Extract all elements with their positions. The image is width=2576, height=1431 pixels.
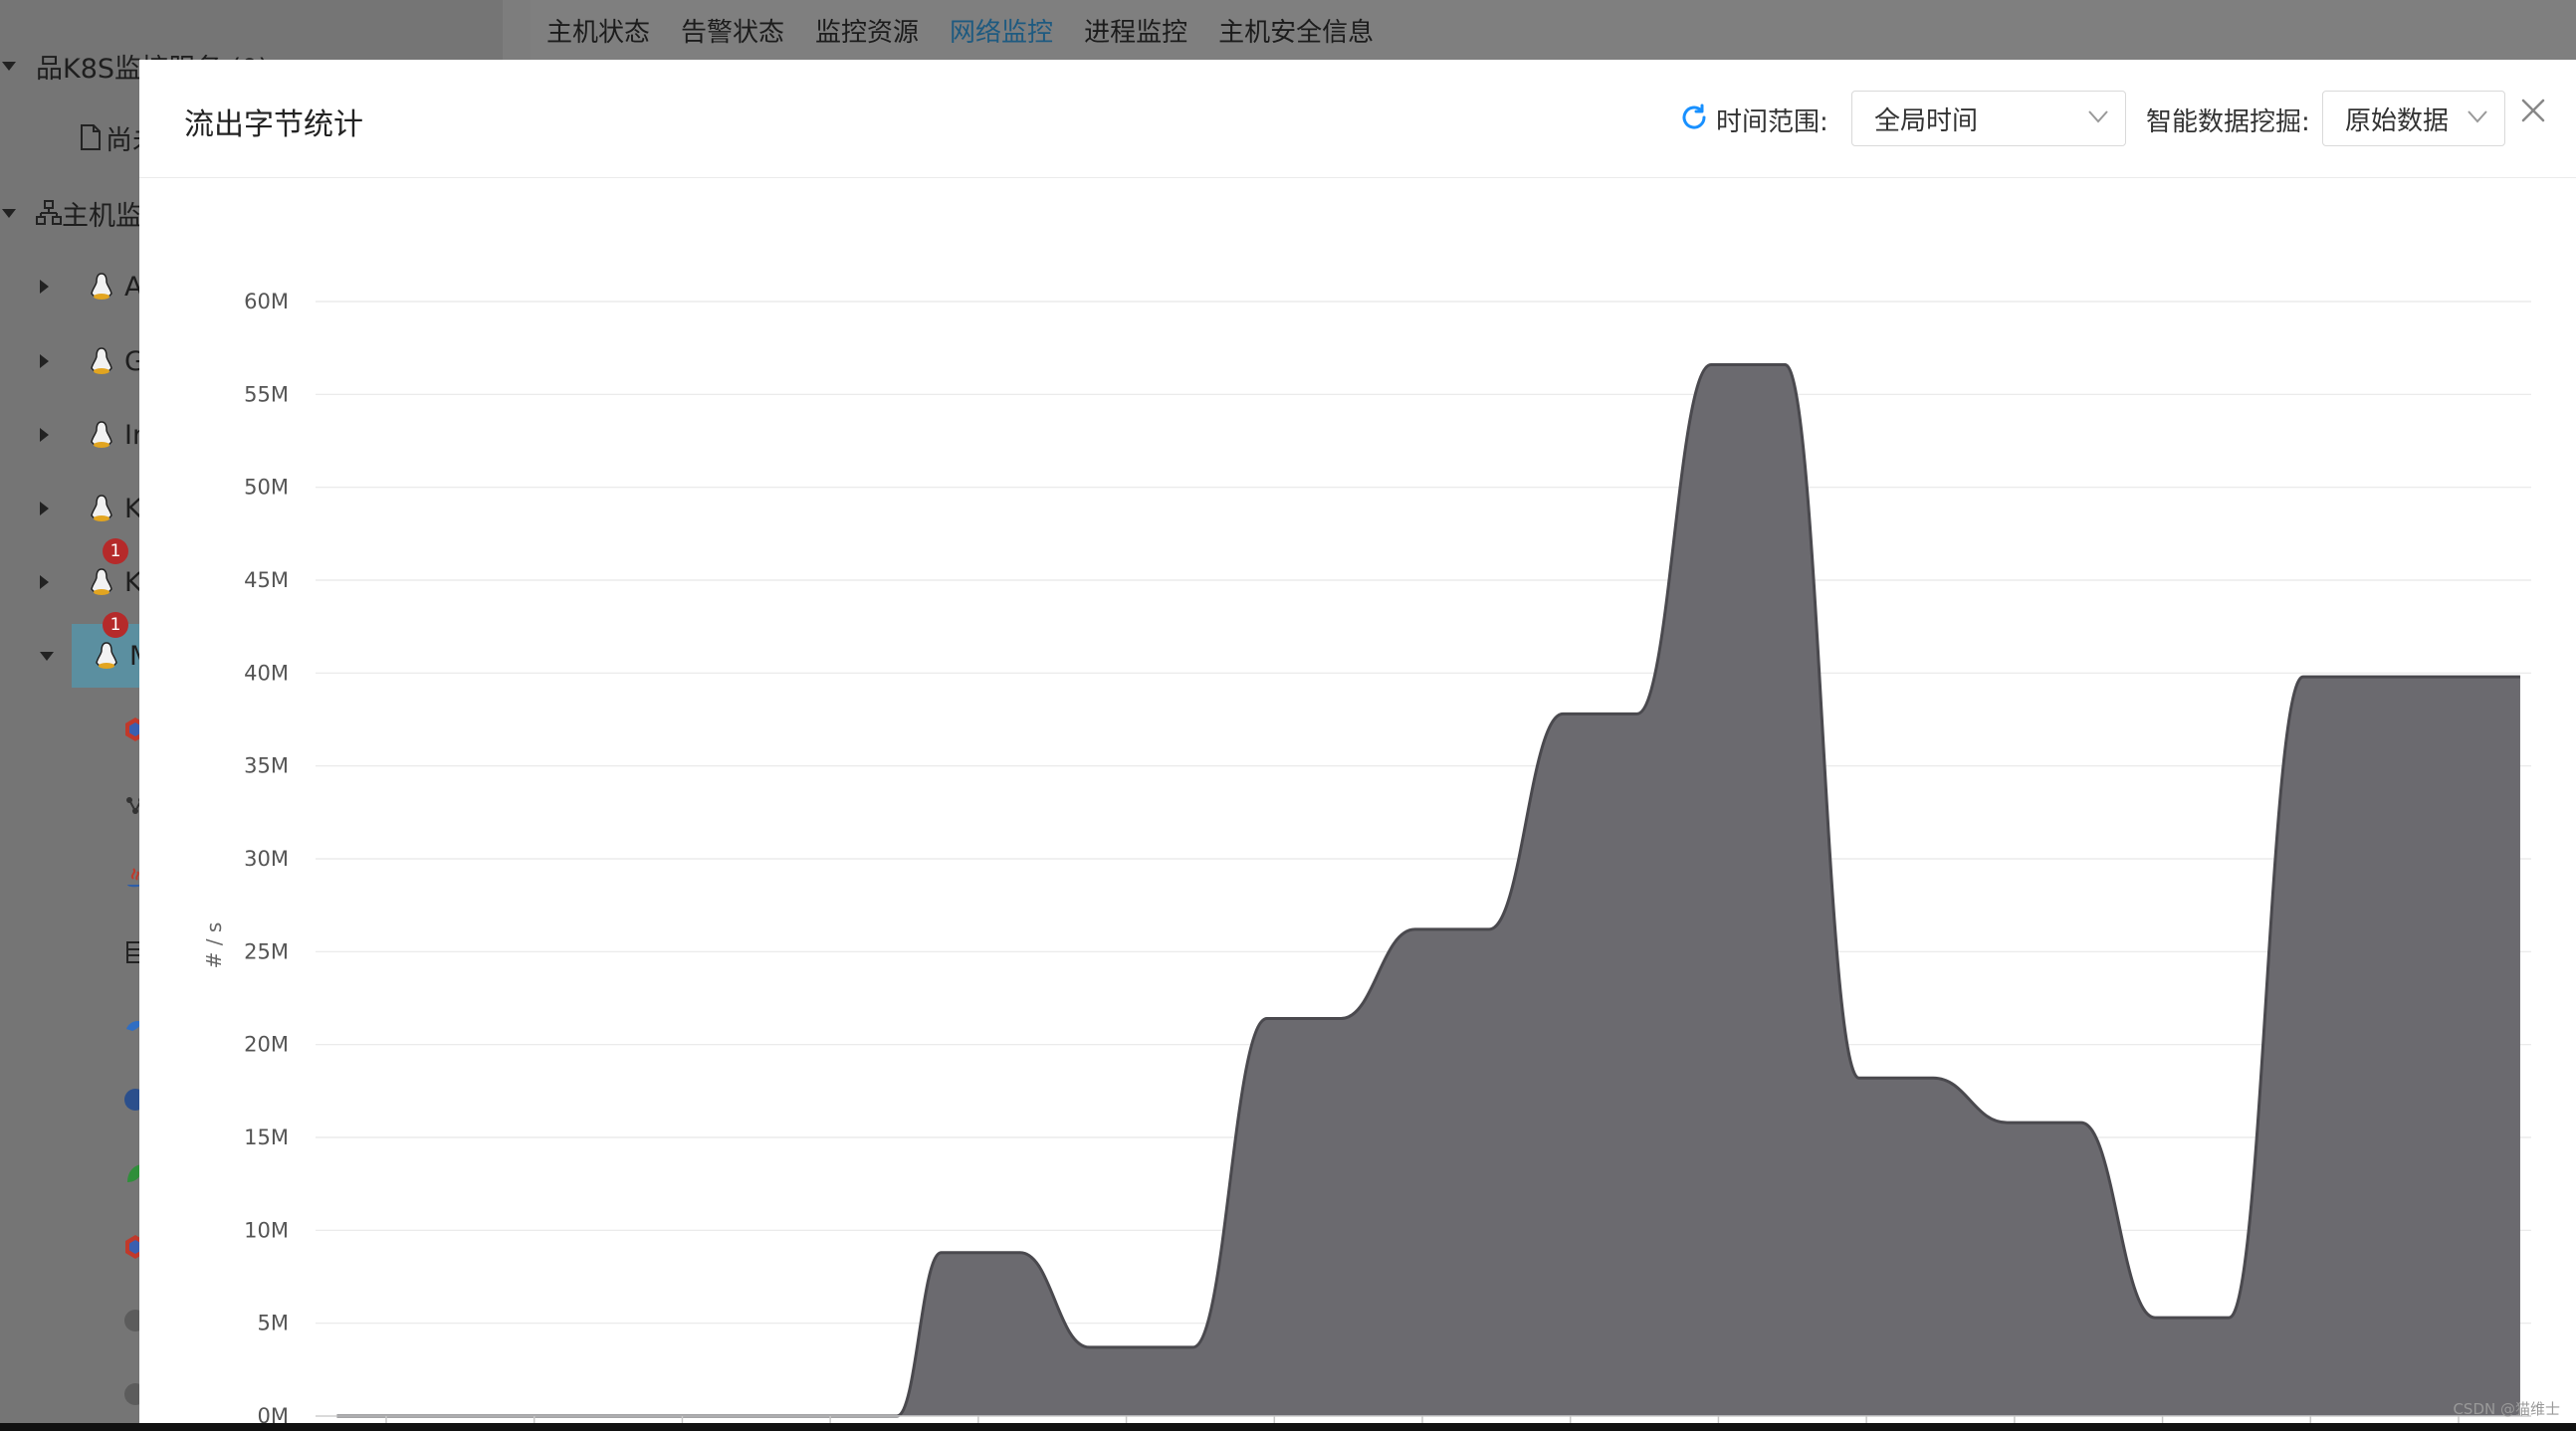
y-axis-ticks: 0M 5M 10M 15M 20M 25M 30M 35M 40M 45M 50M 55M 60M (244, 290, 289, 1423)
y-tick-label: 20M (244, 1033, 289, 1057)
tab-network-monitoring[interactable]: 网络监控 (950, 12, 1053, 49)
caret-right-icon[interactable] (40, 575, 49, 589)
chart-area: 0M5M10M15M20M25M30M35M40M45M50M55M60M 14… (139, 179, 2576, 1423)
outbound-bytes-area-chart[interactable]: 0M5M10M15M20M25M30M35M40M45M50M55M60M 14… (139, 179, 2576, 1423)
watermark: CSDN @猫维士 (2453, 1400, 2560, 1418)
linux-icon (91, 421, 112, 448)
chart-modal: 流出字节统计 时间范围: 全局时间 智能数据挖掘: 原始数据 0M 5M 10M 15… (139, 60, 2576, 1423)
data-mining-select[interactable]: 原始数据 (2322, 91, 2505, 146)
linux-icon (96, 642, 117, 669)
y-tick-label: 25M (244, 939, 289, 963)
y-tick-label: 45M (244, 568, 289, 592)
alert-count-badge: 1 (103, 538, 128, 564)
chevron-down-icon (2088, 110, 2108, 123)
host-item[interactable]: M 1 (40, 612, 152, 686)
tab-monitor-resources[interactable]: 监控资源 (815, 12, 919, 49)
series-area-fill (336, 364, 2520, 1416)
modal-header: 流出字节统计 时间范围: 全局时间 智能数据挖掘: 原始数据 (139, 60, 2576, 178)
caret-right-icon[interactable] (40, 502, 49, 515)
caret-right-icon[interactable] (40, 280, 49, 294)
y-tick-label: 35M (244, 754, 289, 778)
y-tick-label: 0M (258, 1404, 289, 1423)
modal-title: 流出字节统计 (184, 107, 363, 142)
alert-count-badge: 1 (103, 612, 128, 638)
time-range-select[interactable]: 全局时间 (1851, 91, 2126, 146)
y-tick-label: 30M (244, 847, 289, 871)
caret-down-icon[interactable] (40, 651, 54, 661)
network-icon (36, 200, 62, 225)
linux-icon (91, 495, 112, 521)
series-area (336, 362, 2520, 1418)
host-item[interactable]: K 1 (40, 538, 142, 612)
tab-process-monitoring[interactable]: 进程监控 (1084, 12, 1187, 49)
y-tick-label: 5M (258, 1312, 289, 1335)
y-tick-label: 60M (244, 290, 289, 313)
chevron-down-icon (2468, 110, 2487, 123)
bottom-bar (0, 1423, 2576, 1431)
refresh-icon[interactable] (1678, 102, 1710, 133)
caret-down-icon[interactable] (2, 208, 16, 218)
y-tick-label: 40M (244, 661, 289, 685)
tab-host-security[interactable]: 主机安全信息 (1218, 12, 1374, 49)
host-item[interactable]: A (40, 257, 142, 316)
host-item[interactable]: G (40, 331, 145, 391)
file-icon (81, 124, 101, 150)
linux-icon (91, 568, 112, 595)
y-tick-label: 10M (244, 1218, 289, 1242)
host-item[interactable]: K (40, 479, 142, 538)
caret-right-icon[interactable] (40, 354, 49, 368)
caret-down-icon[interactable] (2, 61, 16, 71)
y-axis-label: # / s (202, 922, 226, 969)
caret-right-icon[interactable] (40, 428, 49, 442)
y-tick-label: 50M (244, 476, 289, 500)
tree-node-hosts-label: 主机监 (62, 200, 142, 232)
time-range-label: 时间范围: (1716, 107, 1828, 137)
data-mining-value: 原始数据 (2345, 105, 2450, 136)
tab-host-status[interactable]: 主机状态 (546, 12, 650, 49)
y-tick-label: 15M (244, 1125, 289, 1149)
linux-icon (91, 273, 112, 300)
y-tick-label: 55M (244, 382, 289, 406)
close-icon[interactable] (2518, 96, 2548, 125)
tab-alert-status[interactable]: 告警状态 (681, 12, 784, 49)
linux-icon (91, 347, 112, 374)
host-item[interactable]: In (40, 405, 149, 465)
data-mining-label: 智能数据挖掘: (2146, 107, 2310, 137)
tree-node-hosts[interactable]: 主机监 (0, 183, 142, 243)
top-navigation: 主机状态 告警状态 监控资源 网络监控 进程监控 主机安全信息 (531, 0, 2576, 60)
time-range-value: 全局时间 (1874, 105, 1979, 136)
